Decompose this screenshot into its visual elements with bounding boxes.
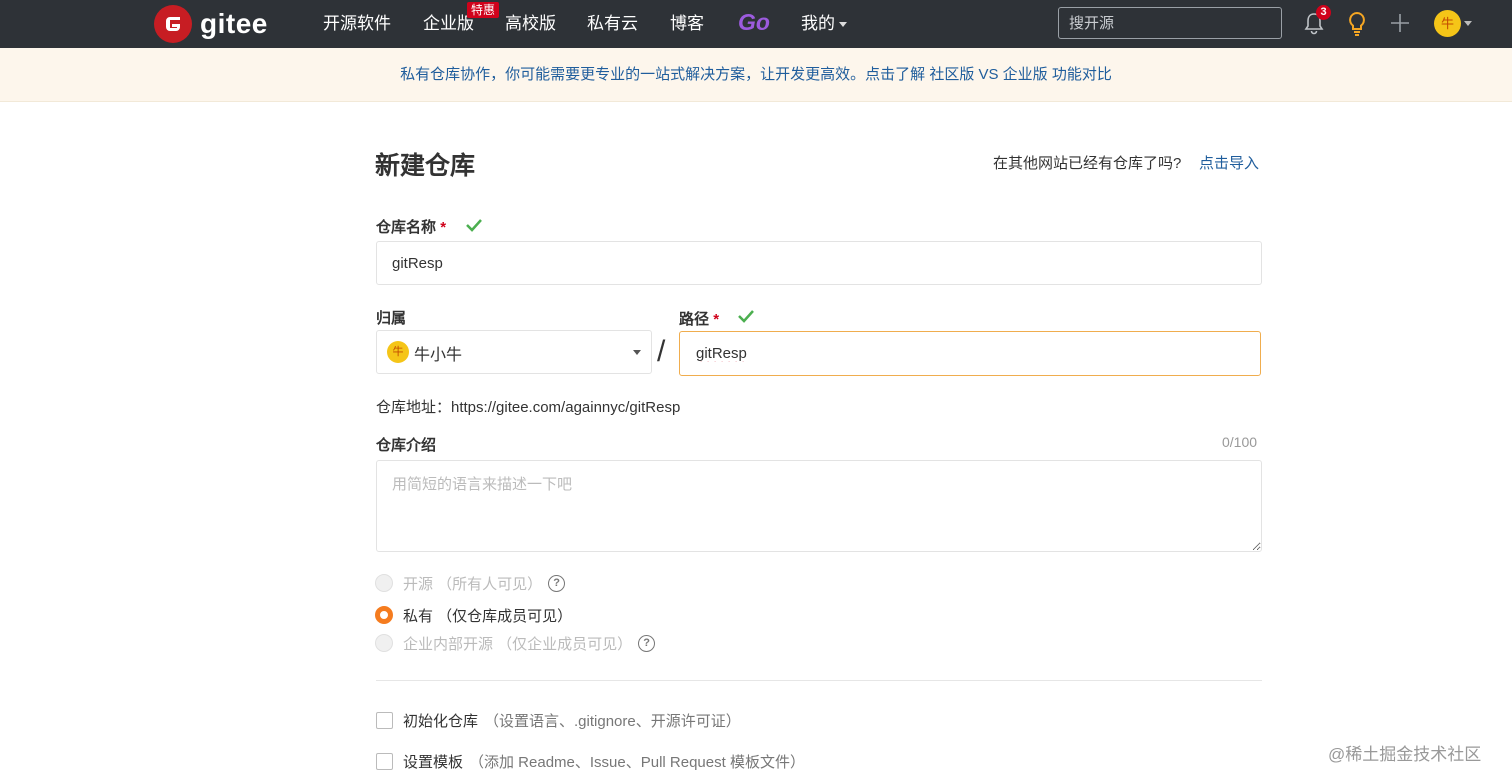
gitee-g-icon — [154, 5, 192, 43]
required-mark: * — [440, 219, 447, 236]
notification-count-badge: 3 — [1316, 5, 1331, 20]
init-repo-hint: （设置语言、.gitignore、开源许可证） — [484, 713, 741, 730]
check-icon — [466, 219, 482, 232]
nav-blog[interactable]: 博客 — [670, 13, 704, 35]
promo-banner[interactable]: 私有仓库协作，你可能需要更专业的一站式解决方案，让开发更高效。点击了解 社区版 … — [0, 48, 1512, 102]
avatar[interactable]: 牛 — [1434, 10, 1461, 37]
lightbulb-icon[interactable] — [1345, 10, 1369, 38]
path-input[interactable] — [679, 331, 1261, 376]
owner-avatar: 牛 — [387, 341, 409, 363]
import-prompt: 在其他网站已经有仓库了吗? — [993, 155, 1182, 172]
import-link[interactable]: 点击导入 — [1199, 152, 1259, 173]
repo-name-label-text: 仓库名称 — [376, 219, 437, 236]
plus-icon[interactable] — [1389, 12, 1411, 34]
top-navbar: gitee 开源软件 企业版 特惠 高校版 私有云 博客 Go 我的 3 牛 — [0, 0, 1512, 48]
owner-name: 牛小牛 — [414, 347, 463, 364]
path-label-text: 路径 — [679, 311, 710, 328]
visibility-internal-label: 企业内部开源 （仅企业成员可见） — [403, 635, 633, 653]
watermark: @稀土掘金技术社区 — [1328, 745, 1482, 764]
help-icon[interactable]: ? — [638, 634, 656, 652]
owner-label: 归属 — [376, 310, 407, 327]
nav-private-cloud[interactable]: 私有云 — [587, 13, 638, 35]
radio-private[interactable] — [375, 606, 393, 624]
divider — [376, 680, 1262, 681]
description-textarea[interactable] — [376, 460, 1262, 552]
radio-public[interactable] — [375, 574, 393, 592]
gitee-logo[interactable]: gitee — [154, 4, 268, 44]
init-repo-label: 初始化仓库 — [403, 713, 479, 730]
visibility-private-label: 私有 （仅仓库成员可见） — [403, 607, 573, 625]
repo-url: 仓库地址：https://gitee.com/againnyc/gitResp — [376, 399, 681, 416]
init-repo-checkbox[interactable] — [376, 712, 393, 729]
nav-university[interactable]: 高校版 — [505, 13, 556, 35]
radio-internal[interactable] — [375, 634, 393, 652]
repo-name-input[interactable] — [376, 241, 1262, 285]
template-option[interactable]: 设置模板 （添加 Readme、Issue、Pull Request 模板文件） — [376, 751, 805, 772]
path-label: 路径 * — [679, 308, 719, 329]
banner-text[interactable]: 私有仓库协作，你可能需要更专业的一站式解决方案，让开发更高效。点击了解 社区版 … — [400, 66, 1112, 83]
template-hint: （添加 Readme、Issue、Pull Request 模板文件） — [469, 754, 805, 771]
search-input[interactable] — [1058, 7, 1282, 39]
visibility-public-option[interactable]: 开源 （所有人可见） ? — [375, 573, 566, 593]
template-checkbox[interactable] — [376, 753, 393, 770]
page-title: 新建仓库 — [375, 152, 476, 180]
chevron-down-icon — [839, 22, 847, 28]
nav-mine[interactable]: 我的 — [801, 13, 847, 35]
path-separator: / — [657, 335, 666, 368]
hot-badge: 特惠 — [467, 2, 500, 18]
required-mark: * — [713, 311, 720, 328]
chevron-down-icon — [633, 350, 641, 355]
desc-char-count: 0/100 — [1222, 434, 1258, 450]
logo-text: gitee — [200, 8, 268, 39]
visibility-public-label: 开源 （所有人可见） — [403, 575, 543, 593]
check-icon — [738, 310, 754, 323]
desc-label: 仓库介绍 — [376, 437, 437, 454]
visibility-private-option[interactable]: 私有 （仅仓库成员可见） — [375, 605, 572, 625]
help-icon[interactable]: ? — [548, 574, 566, 592]
visibility-internal-option[interactable]: 企业内部开源 （仅企业成员可见） ? — [375, 633, 656, 653]
owner-select[interactable]: 牛 牛小牛 — [376, 330, 652, 374]
repo-name-label: 仓库名称 * — [376, 216, 446, 237]
avatar-chevron-down-icon[interactable] — [1464, 21, 1472, 26]
nav-mine-label: 我的 — [801, 14, 835, 33]
nav-open-source[interactable]: 开源软件 — [323, 13, 391, 35]
template-label: 设置模板 — [403, 754, 464, 771]
nav-go[interactable]: Go — [738, 9, 770, 36]
init-repo-option[interactable]: 初始化仓库 （设置语言、.gitignore、开源许可证） — [376, 710, 741, 731]
